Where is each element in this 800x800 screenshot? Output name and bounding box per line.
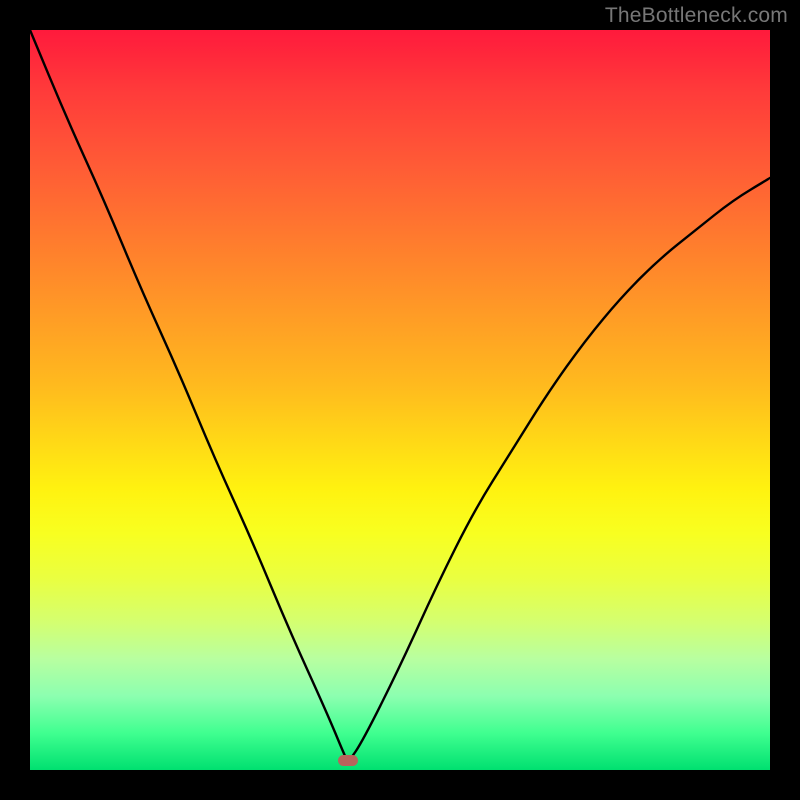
curve-svg: [30, 30, 770, 770]
watermark-text: TheBottleneck.com: [605, 4, 788, 28]
plot-area: [30, 30, 770, 770]
chart-frame: TheBottleneck.com: [0, 0, 800, 800]
bottleneck-curve: [30, 30, 770, 760]
minimum-marker: [338, 755, 358, 766]
